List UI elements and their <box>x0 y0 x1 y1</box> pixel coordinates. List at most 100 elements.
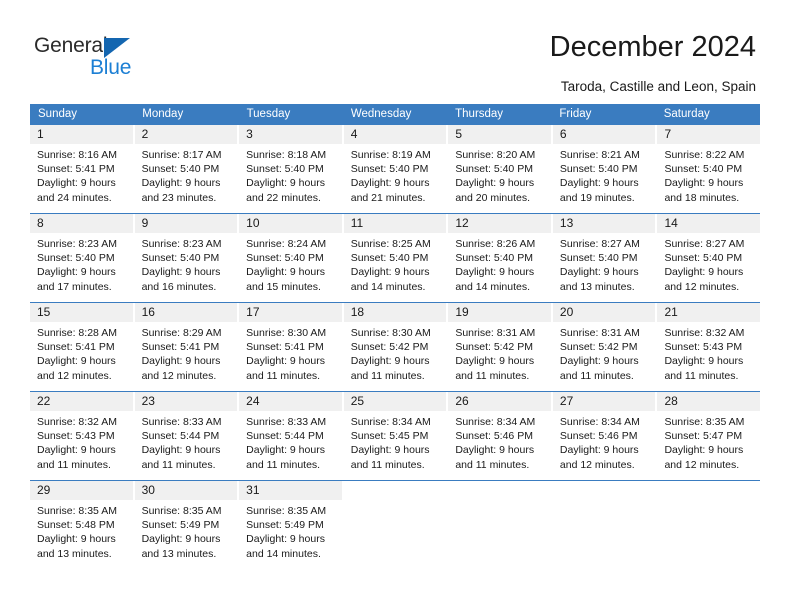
calendar-day-cell[interactable]: 3 Sunrise: 8:18 AM Sunset: 5:40 PM Daylight… <box>239 125 344 213</box>
calendar-day-cell[interactable]: 15 Sunrise: 8:28 AM Sunset: 5:41 PM Dayligh… <box>30 303 135 391</box>
calendar-day-cell[interactable]: 2 Sunrise: 8:17 AM Sunset: 5:40 PM Daylight… <box>134 125 240 213</box>
calendar-day-cell[interactable]: 10 Sunrise: 8:24 AM Sunset: 5:40 PM Dayligh… <box>239 214 344 302</box>
daylight-text-line2: and 11 minutes. <box>350 369 425 382</box>
calendar-day-cell[interactable]: 17 Sunrise: 8:30 AM Sunset: 5:41 PM Dayligh… <box>239 303 344 391</box>
day-number: 1 <box>30 125 133 144</box>
calendar-day-cell[interactable]: 11 Sunrise: 8:25 AM Sunset: 5:40 PM Dayligh… <box>343 214 449 302</box>
sunset-text: Sunset: 5:48 PM <box>37 519 115 532</box>
day-number: 31 <box>239 481 342 500</box>
sunrise-text: Sunrise: 8:16 AM <box>37 149 117 161</box>
sunrise-text: Sunrise: 8:17 AM <box>141 149 222 161</box>
day-number: 14 <box>657 214 761 233</box>
calendar-day-cell[interactable]: 25 Sunrise: 8:34 AM Sunset: 5:45 PM Dayligh… <box>343 392 449 480</box>
calendar-empty-cell <box>657 481 761 569</box>
sunrise-text: Sunrise: 8:34 AM <box>350 416 431 428</box>
day-details: Sunrise: 8:20 AM Sunset: 5:40 PM Daylight:… <box>448 144 551 205</box>
calendar-day-cell[interactable]: 24 Sunrise: 8:33 AM Sunset: 5:44 PM Dayligh… <box>239 392 344 480</box>
sunrise-text: Sunrise: 8:23 AM <box>141 238 222 250</box>
sunset-text: Sunset: 5:40 PM <box>246 163 324 176</box>
sunrise-text: Sunrise: 8:22 AM <box>664 149 745 161</box>
day-details: Sunrise: 8:19 AM Sunset: 5:40 PM Daylight:… <box>344 144 447 205</box>
daylight-text-line1: Daylight: 9 hours <box>664 266 744 279</box>
day-details: Sunrise: 8:18 AM Sunset: 5:40 PM Daylight:… <box>239 144 342 205</box>
calendar-day-cell[interactable]: 16 Sunrise: 8:29 AM Sunset: 5:41 PM Dayligh… <box>134 303 240 391</box>
day-number <box>657 481 760 500</box>
calendar-week-row: 1 Sunrise: 8:16 AM Sunset: 5:41 PM Daylight… <box>30 125 761 213</box>
daylight-text-line2: and 14 minutes. <box>350 280 426 293</box>
calendar-day-cell[interactable]: 19 Sunrise: 8:31 AM Sunset: 5:42 PM Dayligh… <box>448 303 553 391</box>
sunrise-text: Sunrise: 8:28 AM <box>37 327 117 339</box>
calendar-day-cell[interactable]: 6 Sunrise: 8:21 AM Sunset: 5:40 PM Daylight… <box>552 125 658 213</box>
sunset-text: Sunset: 5:40 PM <box>455 252 533 265</box>
general-blue-logo[interactable]: General Blue <box>34 34 164 82</box>
calendar-day-cell[interactable]: 28 Sunrise: 8:35 AM Sunset: 5:47 PM Dayligh… <box>657 392 761 480</box>
daylight-text-line1: Daylight: 9 hours <box>141 177 221 190</box>
day-details <box>657 500 760 504</box>
sunset-text: Sunset: 5:44 PM <box>246 430 324 443</box>
weekday-header-saturday: Saturday <box>663 108 710 120</box>
calendar-day-cell[interactable]: 13 Sunrise: 8:27 AM Sunset: 5:40 PM Dayligh… <box>552 214 658 302</box>
day-number: 11 <box>343 214 447 233</box>
daylight-text-line2: and 11 minutes. <box>455 369 530 382</box>
daylight-text-line1: Daylight: 9 hours <box>559 444 639 457</box>
sunrise-text: Sunrise: 8:35 AM <box>141 505 222 517</box>
daylight-text-line2: and 11 minutes. <box>141 458 216 471</box>
sunset-text: Sunset: 5:40 PM <box>455 163 533 176</box>
calendar-weeks: 1 Sunrise: 8:16 AM Sunset: 5:41 PM Daylight… <box>30 125 761 569</box>
calendar-day-cell[interactable]: 30 Sunrise: 8:35 AM Sunset: 5:49 PM Dayligh… <box>134 481 240 569</box>
calendar-day-cell[interactable]: 31 Sunrise: 8:35 AM Sunset: 5:49 PM Dayligh… <box>239 481 344 569</box>
day-details <box>344 500 447 504</box>
calendar-day-cell[interactable]: 20 Sunrise: 8:31 AM Sunset: 5:42 PM Dayligh… <box>552 303 658 391</box>
sunset-text: Sunset: 5:40 PM <box>37 252 115 265</box>
calendar-day-cell[interactable]: 7 Sunrise: 8:22 AM Sunset: 5:40 PM Daylight… <box>657 125 761 213</box>
calendar-day-cell[interactable]: 9 Sunrise: 8:23 AM Sunset: 5:40 PM Daylight… <box>134 214 240 302</box>
daylight-text-line2: and 13 minutes. <box>141 547 217 560</box>
sunrise-text: Sunrise: 8:34 AM <box>455 416 536 428</box>
page-header: General Blue December 2024 Taroda, Casti… <box>0 0 792 98</box>
day-number: 24 <box>239 392 342 411</box>
calendar-week-row: 29 Sunrise: 8:35 AM Sunset: 5:48 PM Dayligh… <box>30 480 761 569</box>
calendar-day-cell[interactable]: 27 Sunrise: 8:34 AM Sunset: 5:46 PM Dayligh… <box>552 392 658 480</box>
calendar-day-cell[interactable]: 22 Sunrise: 8:32 AM Sunset: 5:43 PM Dayligh… <box>30 392 135 480</box>
weekday-header-monday: Monday <box>142 108 184 120</box>
daylight-text-line2: and 11 minutes. <box>37 458 111 471</box>
sunrise-text: Sunrise: 8:25 AM <box>350 238 431 250</box>
calendar-grid: Sunday Monday Tuesday Wednesday Thursday… <box>30 104 761 569</box>
calendar-day-cell[interactable]: 18 Sunrise: 8:30 AM Sunset: 5:42 PM Dayligh… <box>343 303 449 391</box>
calendar-day-cell[interactable]: 8 Sunrise: 8:23 AM Sunset: 5:40 PM Daylight… <box>30 214 135 302</box>
calendar-day-cell[interactable]: 5 Sunrise: 8:20 AM Sunset: 5:40 PM Daylight… <box>448 125 553 213</box>
calendar-day-cell[interactable]: 14 Sunrise: 8:27 AM Sunset: 5:40 PM Dayligh… <box>657 214 761 302</box>
sunrise-text: Sunrise: 8:27 AM <box>664 238 745 250</box>
calendar-week-cells: 15 Sunrise: 8:28 AM Sunset: 5:41 PM Dayligh… <box>30 303 761 391</box>
calendar-day-cell[interactable]: 12 Sunrise: 8:26 AM Sunset: 5:40 PM Dayligh… <box>448 214 553 302</box>
day-details: Sunrise: 8:28 AM Sunset: 5:41 PM Daylight:… <box>30 322 133 383</box>
daylight-text-line1: Daylight: 9 hours <box>37 266 116 279</box>
day-details: Sunrise: 8:34 AM Sunset: 5:45 PM Daylight:… <box>344 411 447 472</box>
day-number: 4 <box>343 125 447 144</box>
weekday-header-sunday: Sunday <box>38 108 78 120</box>
daylight-text-line2: and 11 minutes. <box>455 458 530 471</box>
day-details: Sunrise: 8:35 AM Sunset: 5:48 PM Daylight:… <box>30 500 133 561</box>
calendar-day-cell[interactable]: 21 Sunrise: 8:32 AM Sunset: 5:43 PM Dayligh… <box>657 303 761 391</box>
sunset-text: Sunset: 5:40 PM <box>664 163 743 176</box>
sunrise-text: Sunrise: 8:24 AM <box>246 238 327 250</box>
calendar-day-cell[interactable]: 1 Sunrise: 8:16 AM Sunset: 5:41 PM Daylight… <box>30 125 135 213</box>
calendar-day-cell[interactable]: 23 Sunrise: 8:33 AM Sunset: 5:44 PM Dayligh… <box>134 392 240 480</box>
calendar-day-cell[interactable]: 29 Sunrise: 8:35 AM Sunset: 5:48 PM Dayligh… <box>30 481 135 569</box>
calendar-day-cell[interactable]: 4 Sunrise: 8:19 AM Sunset: 5:40 PM Daylight… <box>343 125 449 213</box>
day-number: 15 <box>30 303 133 322</box>
day-number <box>344 481 447 500</box>
daylight-text-line2: and 13 minutes. <box>37 547 112 560</box>
sunset-text: Sunset: 5:42 PM <box>455 341 533 354</box>
daylight-text-line1: Daylight: 9 hours <box>350 177 430 190</box>
daylight-text-line1: Daylight: 9 hours <box>37 355 116 368</box>
calendar-week-cells: 29 Sunrise: 8:35 AM Sunset: 5:48 PM Dayligh… <box>30 481 761 569</box>
daylight-text-line1: Daylight: 9 hours <box>246 177 325 190</box>
day-details: Sunrise: 8:26 AM Sunset: 5:40 PM Daylight:… <box>448 233 551 294</box>
day-details: Sunrise: 8:30 AM Sunset: 5:41 PM Daylight:… <box>239 322 342 383</box>
day-details: Sunrise: 8:31 AM Sunset: 5:42 PM Daylight:… <box>553 322 656 383</box>
calendar-day-cell[interactable]: 26 Sunrise: 8:34 AM Sunset: 5:46 PM Dayligh… <box>448 392 553 480</box>
day-details: Sunrise: 8:35 AM Sunset: 5:47 PM Daylight:… <box>657 411 760 472</box>
daylight-text-line1: Daylight: 9 hours <box>141 444 221 457</box>
day-details: Sunrise: 8:17 AM Sunset: 5:40 PM Daylight:… <box>135 144 238 205</box>
